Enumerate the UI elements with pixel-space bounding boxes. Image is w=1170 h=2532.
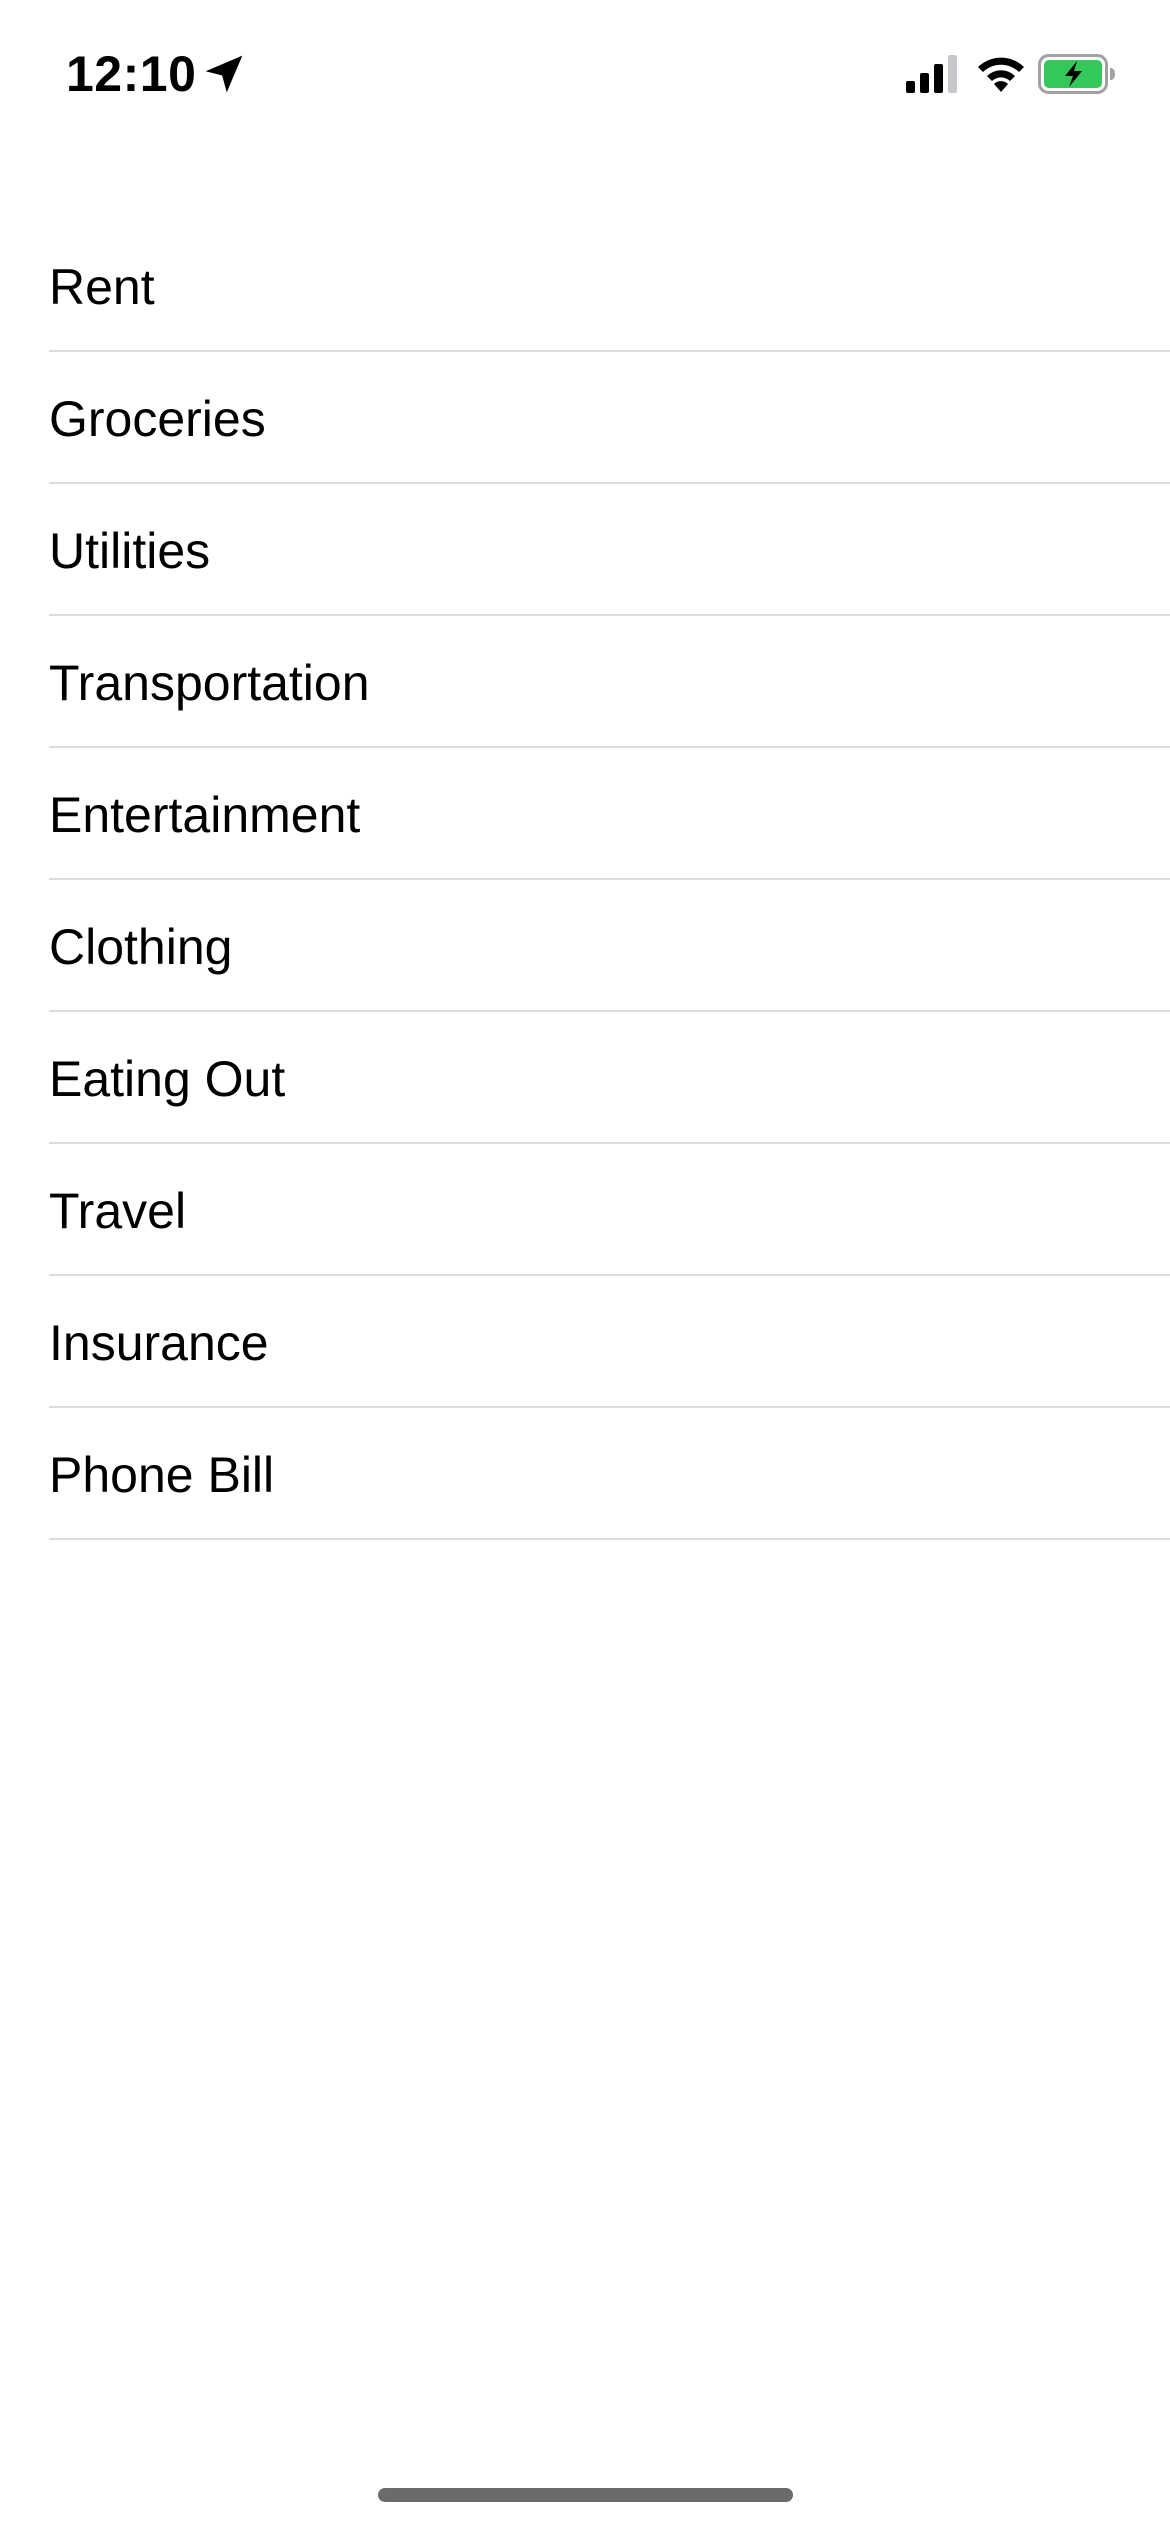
list-item-label: Insurance [49,1315,269,1371]
list-item-label: Transportation [49,655,370,711]
list-item[interactable]: Groceries [49,352,1170,484]
list-item[interactable]: Insurance [49,1276,1170,1408]
list-item[interactable]: Transportation [49,616,1170,748]
list-item[interactable]: Travel [49,1144,1170,1276]
list-item[interactable]: Rent [49,220,1170,352]
list-item[interactable]: Eating Out [49,1012,1170,1144]
list-item-label: Clothing [49,919,233,975]
list-item[interactable]: Entertainment [49,748,1170,880]
list-item-label: Eating Out [49,1051,286,1107]
home-indicator[interactable] [378,2488,793,2502]
list-item[interactable]: Clothing [49,880,1170,1012]
category-list: Rent Groceries Utilities Transportation … [0,220,1170,1540]
list-item-label: Rent [49,259,155,315]
list-item-label: Phone Bill [49,1447,275,1503]
battery-charging-icon [1038,54,1115,94]
list-item-label: Travel [49,1183,187,1239]
list-item-label: Utilities [49,523,211,579]
list-item-label: Groceries [49,391,266,447]
list-item-label: Entertainment [49,787,361,843]
cellular-signal-icon [906,55,957,93]
status-bar: 12:10 [0,0,1170,150]
wifi-icon [978,57,1024,92]
status-time: 12:10 [66,46,197,102]
location-arrow-icon [205,55,243,93]
list-item[interactable]: Phone Bill [49,1408,1170,1540]
list-item[interactable]: Utilities [49,484,1170,616]
